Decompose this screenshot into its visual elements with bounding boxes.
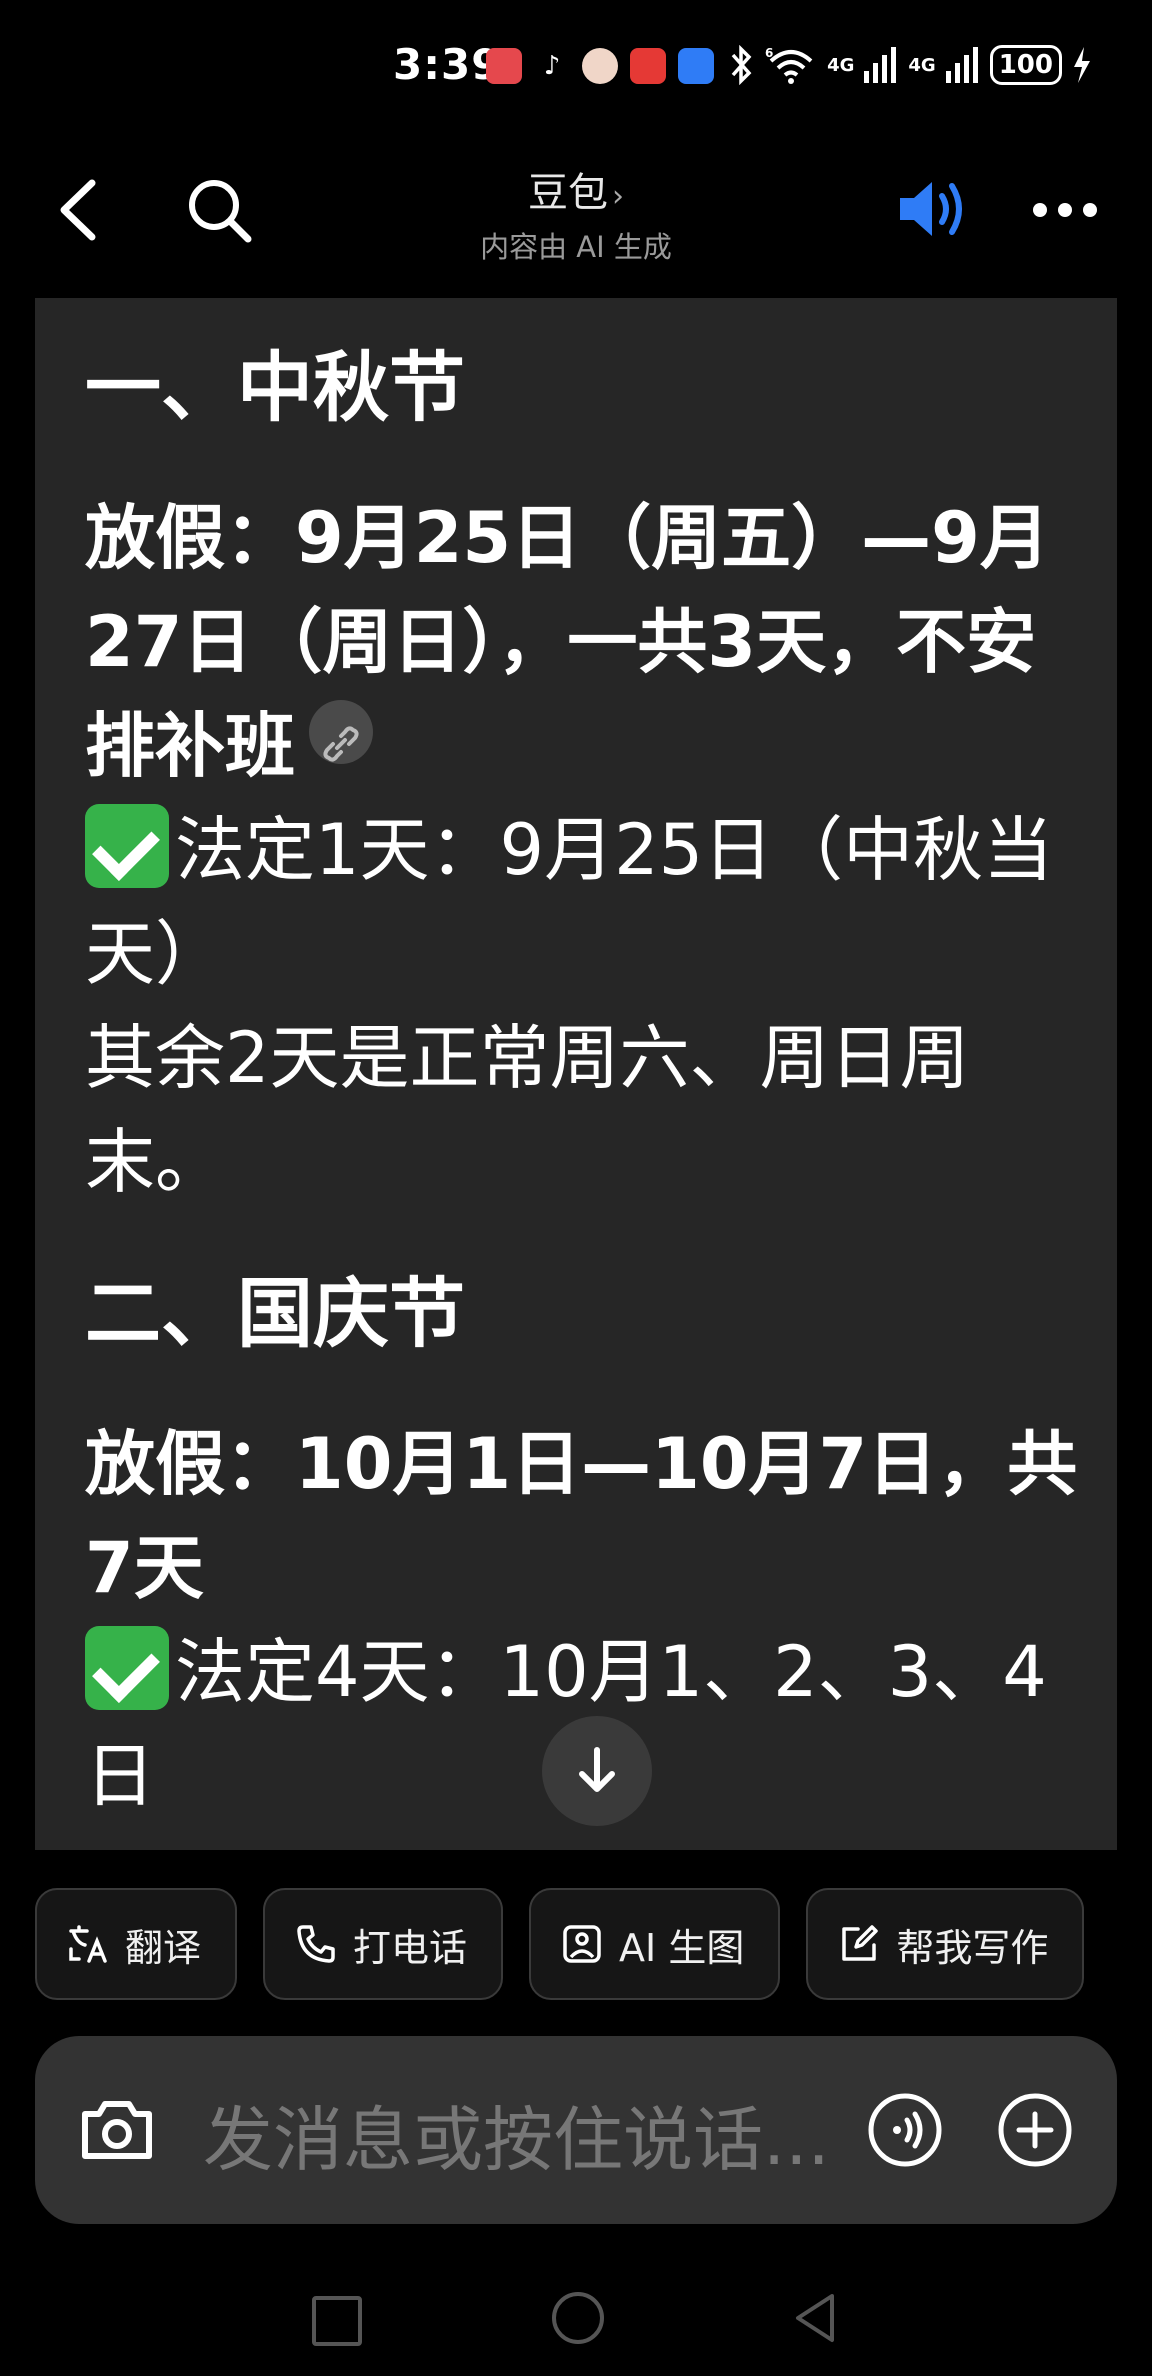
ai-generated-note: 内容由 AI 生成 bbox=[480, 230, 672, 264]
ai-image-label: AI 生图 bbox=[619, 1925, 745, 1970]
message-content: 一、中秋节 放假：9月25日（周五）—9月27日（周日），一共3天，不安排补班 … bbox=[85, 338, 1085, 1828]
write-chip[interactable]: 帮我写作 bbox=[806, 1888, 1085, 2000]
system-icons: 6 4G 4G 100 bbox=[729, 45, 1092, 85]
notification-icons: ♪ bbox=[486, 48, 714, 84]
section-heading-mid-autumn: 一、中秋节 bbox=[85, 343, 465, 432]
ai-message-card: 一、中秋节 放假：9月25日（周五）—9月27日（周日），一共3天，不安排补班 … bbox=[35, 298, 1117, 1850]
huawei-app-icon bbox=[486, 48, 522, 84]
charging-icon bbox=[1074, 47, 1090, 83]
message-input[interactable]: 发消息或按住说话... bbox=[203, 2084, 903, 2185]
phone-icon bbox=[297, 1925, 335, 1963]
bluetooth-icon bbox=[731, 45, 752, 85]
message-app-icon bbox=[678, 48, 714, 84]
chat-title[interactable]: 豆包 › bbox=[0, 160, 1152, 218]
status-bar: 3:39 ♪ 6 4G 4G 100 bbox=[0, 0, 1152, 130]
signal-icon-1 bbox=[864, 47, 897, 83]
image-icon bbox=[563, 1925, 601, 1963]
chat-header: 豆包 › 内容由 AI 生成 bbox=[0, 150, 1152, 270]
call-label: 打电话 bbox=[353, 1925, 468, 1970]
home-button[interactable] bbox=[552, 2292, 604, 2344]
camera-icon bbox=[82, 2101, 152, 2159]
translate-label: 翻译 bbox=[125, 1925, 202, 1970]
more-button[interactable] bbox=[1030, 195, 1100, 225]
write-label: 帮我写作 bbox=[896, 1925, 1049, 1970]
mid-autumn-legal-days: 法定1天：9月25日（中秋当天） bbox=[85, 798, 1085, 1006]
plus-button[interactable] bbox=[995, 2090, 1075, 2170]
ai-image-chip[interactable]: AI 生图 bbox=[529, 1888, 781, 2000]
checkmark-icon bbox=[85, 804, 169, 888]
mid-autumn-note: 其余2天是正常周六、周日周末。 bbox=[85, 1017, 970, 1203]
speaker-icon bbox=[900, 182, 962, 236]
speaker-button[interactable] bbox=[896, 174, 972, 244]
signal-4g-label-1: 4G bbox=[827, 54, 855, 76]
translate-chip[interactable]: 翻译 bbox=[35, 1888, 238, 2000]
national-day-holiday-text: 放假：10月1日—10月7日，共7天 bbox=[85, 1423, 1078, 1609]
section-heading-national-day: 二、国庆节 bbox=[85, 1269, 465, 1358]
link-icon[interactable] bbox=[309, 700, 373, 764]
avatar-app-icon bbox=[582, 48, 618, 84]
toutiao-icon bbox=[630, 48, 666, 84]
signal-icon-2 bbox=[945, 47, 978, 83]
message-input-bar: 发消息或按住说话... bbox=[35, 2036, 1117, 2224]
wifi-icon: 6 bbox=[765, 46, 813, 84]
voice-button[interactable] bbox=[865, 2090, 945, 2170]
triangle-back-icon bbox=[796, 2294, 834, 2342]
recent-apps-button[interactable] bbox=[312, 2296, 362, 2346]
tiktok-icon: ♪ bbox=[534, 48, 570, 84]
call-chip[interactable]: 打电话 bbox=[263, 1888, 504, 2000]
checkmark-icon bbox=[85, 1626, 169, 1710]
chat-title-area[interactable]: 豆包 › 内容由 AI 生成 bbox=[0, 160, 1152, 266]
battery-indicator: 100 bbox=[989, 45, 1062, 85]
chat-title-text: 豆包 bbox=[528, 170, 608, 216]
camera-button[interactable] bbox=[79, 2092, 155, 2168]
translate-icon bbox=[69, 1925, 107, 1963]
arrow-down-icon bbox=[579, 1747, 615, 1792]
back-nav-button[interactable] bbox=[790, 2290, 840, 2350]
plus-icon bbox=[998, 2093, 1072, 2167]
voice-icon bbox=[868, 2093, 942, 2167]
signal-4g-label-2: 4G bbox=[908, 54, 936, 76]
mid-autumn-legal-text: 法定1天：9月25日（中秋当天） bbox=[85, 809, 1054, 995]
quick-actions: 翻译 打电话 AI 生图 帮我写作 bbox=[35, 1888, 1085, 2000]
mid-autumn-holiday-text: 放假：9月25日（周五）—9月27日（周日），一共3天，不安排补班 bbox=[85, 486, 1085, 798]
edit-icon bbox=[842, 1925, 879, 1961]
chevron-right-icon: › bbox=[612, 179, 624, 214]
system-nav-bar bbox=[0, 2280, 1152, 2360]
mid-autumn-holiday-dates: 放假：9月25日（周五）—9月27日（周日），一共3天，不安排补班 bbox=[85, 497, 1050, 787]
scroll-to-bottom-button[interactable] bbox=[521, 1716, 673, 1826]
svg-text:6: 6 bbox=[765, 46, 773, 60]
more-icon bbox=[1033, 203, 1097, 217]
